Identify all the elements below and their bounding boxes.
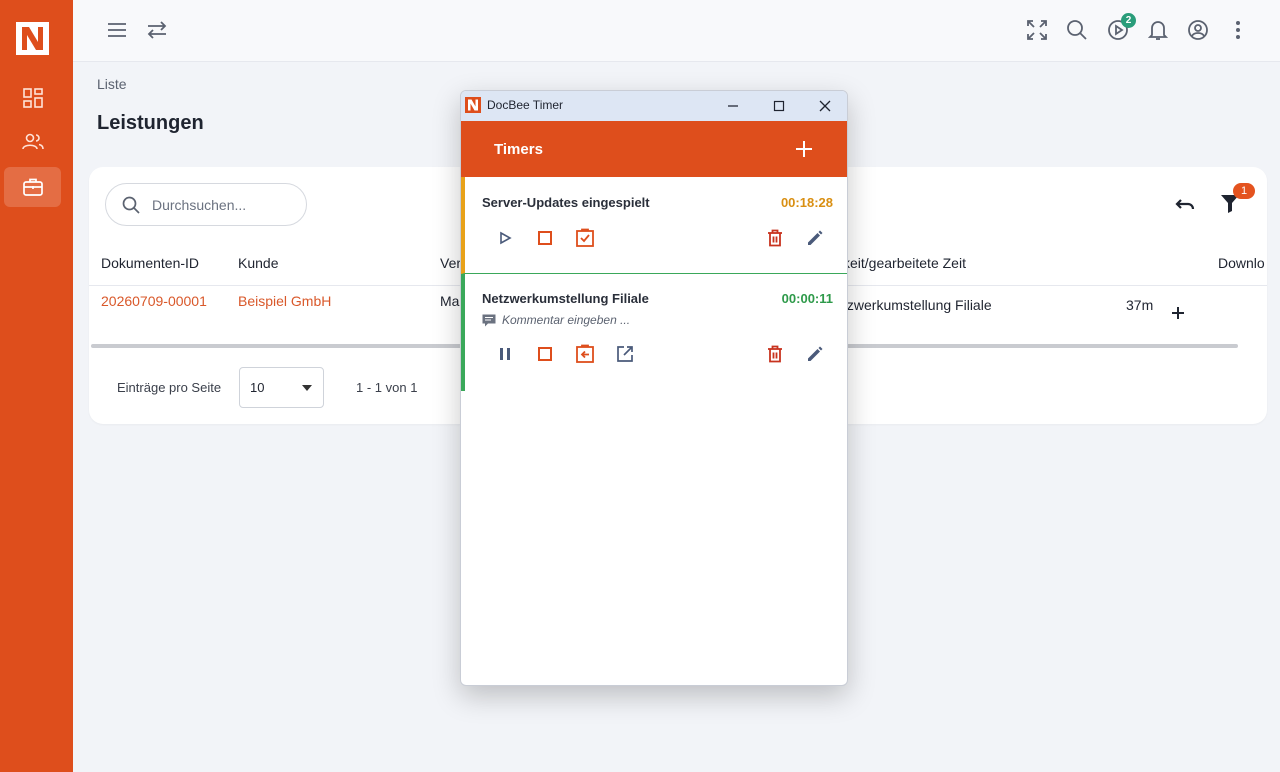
trash-icon [768,229,782,247]
column-header-customer[interactable]: Kunde [238,255,278,271]
app-logo [465,97,481,113]
fullscreen-button[interactable] [1023,16,1051,44]
pencil-icon [808,346,823,361]
account-button[interactable] [1184,16,1212,44]
search-icon [122,196,140,214]
plus-icon [1172,307,1184,319]
cell-duration: 37m [1126,297,1154,313]
swap-arrows-icon [147,21,167,39]
people-icon [21,133,44,150]
search-icon [1067,20,1087,40]
hamburger-icon [108,23,126,37]
undo-icon [1175,199,1195,210]
edit-button[interactable] [803,226,827,250]
trash-icon [768,345,782,363]
timer-item[interactable]: Netzwerkumstellung Filiale 00:00:11 Komm… [461,274,847,391]
pause-button[interactable] [493,342,517,366]
sidebar-item-dashboard[interactable] [4,78,61,118]
bell-icon [1148,21,1168,40]
stop-icon [538,231,552,245]
column-header-ver[interactable]: Ver [440,255,461,271]
timer-item[interactable]: Server-Updates eingespielt 00:18:28 [461,177,847,274]
external-link-icon [617,346,633,362]
sidebar-item-services[interactable] [4,167,61,207]
add-timer-button[interactable] [791,136,817,162]
stop-button[interactable] [533,226,557,250]
window-title: DocBee Timer [487,98,564,112]
delete-button[interactable] [763,342,787,366]
notifications-button[interactable] [1144,16,1172,44]
filter-button[interactable]: 1 [1219,183,1255,216]
delete-button[interactable] [763,226,787,250]
top-bar: 2 [73,0,1280,62]
switch-button[interactable] [143,16,171,44]
clipboard-import-icon [576,344,594,363]
play-icon [500,231,512,245]
sidebar-item-contacts[interactable] [4,122,61,162]
plus-icon [796,141,812,157]
search-input[interactable] [152,196,282,213]
reset-button[interactable] [1173,192,1199,218]
comment-field[interactable]: Kommentar eingeben ... [482,313,630,327]
maximize-button[interactable] [756,91,802,121]
comment-placeholder: Kommentar eingeben ... [502,313,631,327]
timer-name: Server-Updates eingespielt [482,195,650,210]
user-circle-icon [1188,20,1208,40]
close-button[interactable] [802,91,847,121]
close-icon [819,100,831,112]
pause-icon [500,348,510,360]
minimize-icon [728,105,738,107]
stop-icon [538,347,552,361]
column-header-download[interactable]: Downlo [1218,255,1265,271]
page-size-select[interactable]: 10 [239,367,324,408]
more-vertical-icon [1236,21,1240,39]
comment-icon [482,314,496,326]
book-time-button[interactable] [573,226,597,250]
timers-title: Timers [494,141,543,158]
timer-button[interactable]: 2 [1104,13,1136,44]
menu-button[interactable] [103,16,131,44]
cell-customer[interactable]: Beispiel GmbH [238,293,331,309]
cell-document-id[interactable]: 20260709-00001 [101,293,207,309]
filter-count-badge: 1 [1233,183,1255,199]
window-titlebar[interactable]: DocBee Timer [461,91,847,121]
timer-count-badge: 2 [1121,13,1136,28]
play-button[interactable] [493,226,517,250]
timer-name: Netzwerkumstellung Filiale [482,291,649,306]
cell-ver: Ma [440,293,460,309]
timer-elapsed: 00:18:28 [780,195,833,210]
minimize-button[interactable] [710,91,756,121]
page-size-label: Einträge pro Seite [117,380,222,395]
row-add-button[interactable] [1170,305,1186,321]
page-title: Leistungen [97,112,204,134]
app-logo[interactable] [16,22,49,55]
timers-header: Timers [461,121,847,177]
clipboard-check-icon [576,228,594,247]
cell-activity: tzwerkumstellung Filiale [843,297,992,313]
transfer-button[interactable] [573,342,597,366]
column-header-document-id[interactable]: Dokumenten-ID [101,255,199,271]
maximize-icon [773,100,785,112]
fullscreen-icon [1027,20,1047,40]
column-header-activity-time[interactable]: keit/gearbeitete Zeit [843,255,966,271]
pencil-icon [808,230,823,245]
more-menu-button[interactable] [1224,16,1252,44]
timer-window: DocBee Timer Timers Server-Updates einge… [460,90,848,686]
open-external-button[interactable] [613,342,637,366]
dashboard-icon [22,88,43,108]
edit-button[interactable] [803,342,827,366]
search-box[interactable] [105,183,307,226]
breadcrumb[interactable]: Liste [97,76,127,92]
sidebar [0,0,73,772]
search-button[interactable] [1063,16,1091,44]
pagination-range: 1 - 1 von 1 [356,380,418,395]
timer-elapsed: 00:00:11 [781,291,833,306]
stop-button[interactable] [533,342,557,366]
page-size-value: 10 [250,380,265,395]
briefcase-icon [22,178,43,196]
chevron-down-icon [302,385,312,391]
